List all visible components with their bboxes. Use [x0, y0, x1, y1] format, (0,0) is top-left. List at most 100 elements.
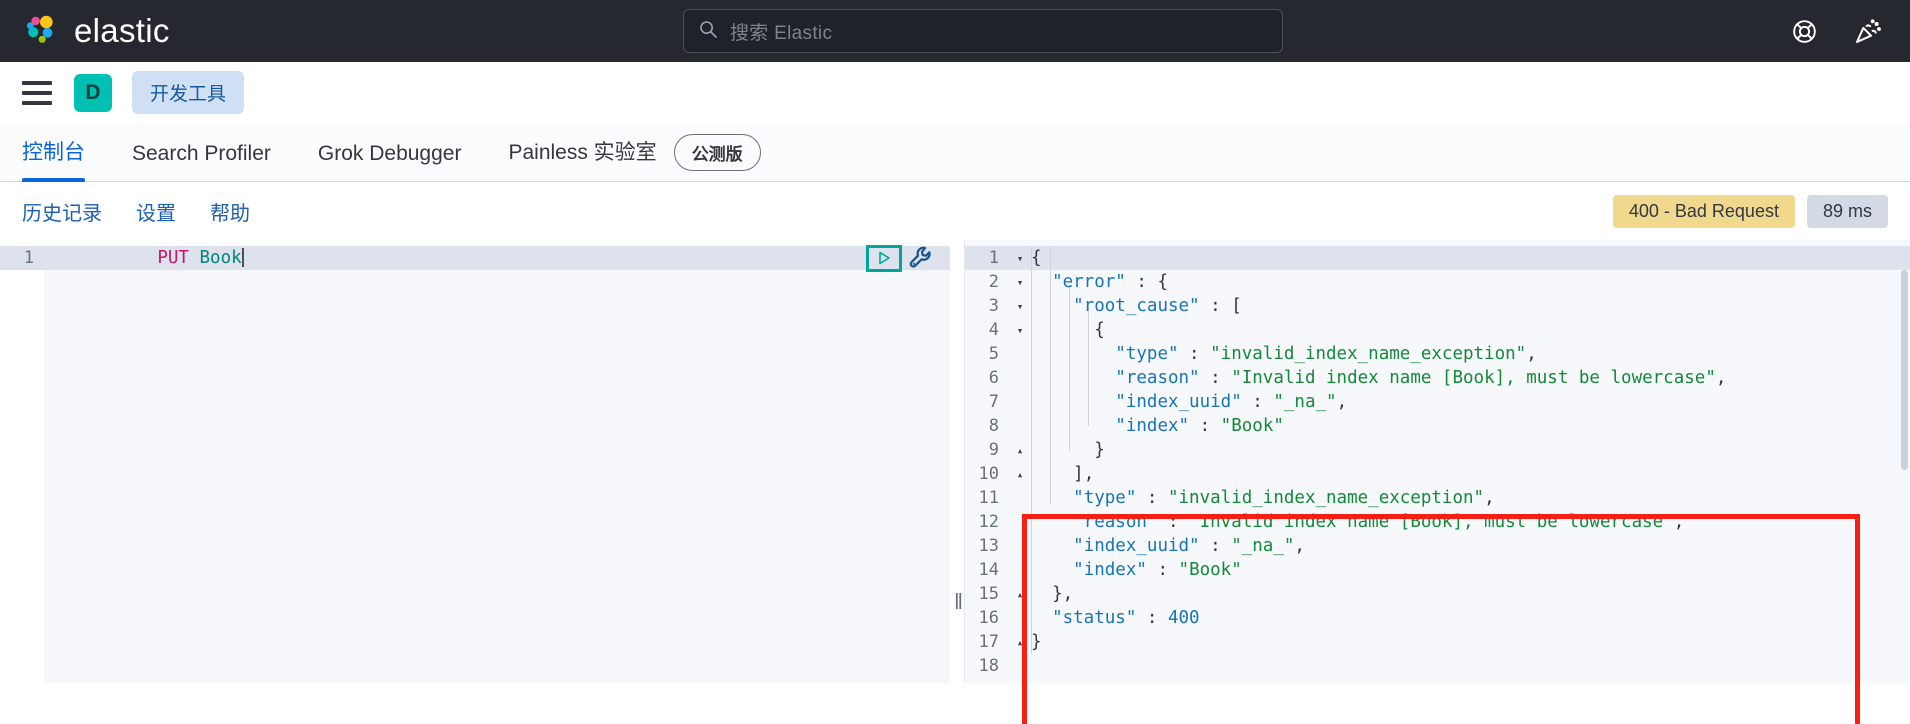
response-line: 14 "index" : "Book" [965, 558, 1910, 582]
response-line-number: 3 [988, 296, 999, 316]
console-toolbar: 历史记录 设置 帮助 400 - Bad Request 89 ms [0, 182, 1910, 240]
editor-background [44, 270, 950, 683]
response-line-text: { [1094, 320, 1105, 340]
tab-painless-lab[interactable]: Painless 实验室 [508, 136, 656, 181]
response-line-text: "index_uuid" : "_na_", [1073, 536, 1305, 556]
play-triangle-icon[interactable] [866, 244, 902, 272]
response-line-text: ], [1073, 464, 1095, 484]
fold-toggle-icon[interactable]: ▾ [1009, 300, 1031, 313]
response-line-text: "status" : 400 [1052, 608, 1200, 628]
editor-gutter-background [0, 240, 44, 683]
response-line-text: "reason" : "Invalid index name [Book], m… [1115, 368, 1727, 388]
response-line: 10 ▴ ], [965, 462, 1910, 486]
fold-toggle-icon[interactable]: ▴ [1009, 468, 1031, 481]
request-method: PUT [157, 248, 189, 268]
response-line-number: 16 [978, 608, 999, 628]
response-line-text: "error" : { [1052, 272, 1168, 292]
fold-toggle-icon[interactable]: ▾ [1009, 324, 1031, 337]
breadcrumb-dev-tools[interactable]: 开发工具 [132, 71, 245, 114]
response-line: 13 "index_uuid" : "_na_", [965, 534, 1910, 558]
hamburger-menu-icon[interactable] [22, 80, 52, 105]
response-line-text: "type" : "invalid_index_name_exception", [1073, 488, 1495, 508]
response-line-text: "index" : "Book" [1073, 560, 1242, 580]
response-line: 15 ▴ }, [965, 582, 1910, 606]
help-button[interactable]: 帮助 [210, 197, 250, 226]
fold-toggle-icon[interactable]: ▾ [1009, 276, 1031, 289]
editor-line-1[interactable]: 1 PUT Book [0, 246, 950, 270]
request-editor-pane[interactable]: 1 PUT Book [0, 240, 950, 683]
fold-toggle-icon[interactable]: ▾ [1009, 252, 1031, 265]
response-line-number: 18 [978, 656, 999, 676]
splitter-grip: ‖ [953, 588, 963, 614]
response-line: 16 "status" : 400 [965, 606, 1910, 630]
response-line-text: "root_cause" : [ [1073, 296, 1242, 316]
brand-name: elastic [74, 12, 170, 49]
settings-button[interactable]: 设置 [136, 197, 176, 226]
status-badge: 400 - Bad Request [1612, 194, 1795, 228]
fold-toggle-icon[interactable]: ▴ [1009, 444, 1031, 457]
help-lifebuoy-icon[interactable] [1791, 18, 1818, 45]
elastic-brand[interactable]: elastic [0, 12, 170, 50]
editor-line-number: 1 [23, 248, 34, 268]
response-line: 12 "reason" : "Invalid index name [Book]… [965, 510, 1910, 534]
response-line-number: 6 [988, 368, 999, 388]
header-actions [1791, 0, 1882, 62]
global-search-input[interactable]: 搜索 Elastic [683, 9, 1283, 53]
fold-toggle-icon[interactable]: ▴ [1009, 636, 1031, 649]
response-line-text: "index_uuid" : "_na_", [1115, 392, 1348, 412]
response-line-number: 13 [978, 536, 999, 556]
pane-splitter-handle[interactable]: ‖ [950, 240, 964, 683]
beta-badge[interactable]: 公测版 [673, 134, 761, 171]
space-avatar[interactable]: D [74, 73, 112, 112]
fold-toggle-icon[interactable]: ▴ [1009, 588, 1031, 601]
elastic-logo-icon [22, 12, 60, 50]
response-line-text: }, [1052, 584, 1074, 604]
response-line-number: 10 [978, 464, 999, 484]
request-path: Book [199, 248, 242, 268]
dev-tools-tabs: 控制台 Search Profiler Grok Debugger Painle… [0, 124, 1910, 182]
console-workspace: 1 PUT Book ‖ 1 ▾ {2 ▾ "error": {3 ▾ "… [0, 240, 1910, 724]
response-line: 2 ▾ "error" : { [965, 270, 1910, 294]
response-line: 8 "index" : "Book" [965, 414, 1910, 438]
response-line-text: "reason" : "Invalid index name [Book], m… [1073, 512, 1685, 532]
tab-search-profiler[interactable]: Search Profiler [132, 142, 271, 181]
text-cursor [241, 248, 244, 267]
wrench-tools-icon[interactable] [908, 244, 936, 272]
response-time-badge: 89 ms [1806, 194, 1888, 228]
response-line-text: "index" : "Book" [1115, 416, 1284, 436]
response-line-number: 12 [978, 512, 999, 532]
response-line-number: 17 [978, 632, 999, 652]
response-line: 1 ▾{ [965, 246, 1910, 270]
response-line-number: 11 [978, 488, 999, 508]
response-line-number: 15 [978, 584, 999, 604]
tab-grok-debugger[interactable]: Grok Debugger [318, 142, 462, 181]
editor-lines: 1 PUT Book [0, 240, 950, 270]
response-line-number: 2 [988, 272, 999, 292]
response-line: 7 "index_uuid" : "_na_", [965, 390, 1910, 414]
response-line-number: 1 [988, 248, 999, 268]
response-line-number: 7 [988, 392, 999, 412]
response-viewer-pane[interactable]: 1 ▾{2 ▾ "error" : {3 ▾ "root_cause" : [4 ▾ {… [964, 240, 1910, 683]
response-line: 6 "reason" : "Invalid index name [Book],… [965, 366, 1910, 390]
response-line-number: 4 [988, 320, 999, 340]
response-line-text: { [1031, 248, 1042, 268]
search-icon [698, 19, 718, 44]
response-line: 11 "type" : "invalid_index_name_exceptio… [965, 486, 1910, 510]
response-line-text: } [1031, 632, 1042, 652]
tab-console[interactable]: 控制台 [22, 136, 85, 182]
response-lines: 1 ▾{2 ▾ "error" : {3 ▾ "root_cause" : [4 ▾ {… [965, 240, 1910, 678]
response-status-group: 400 - Bad Request 89 ms [1612, 194, 1888, 228]
party-popper-news-icon[interactable] [1854, 17, 1882, 45]
response-line: 5 "type" : "invalid_index_name_exception… [965, 342, 1910, 366]
history-button[interactable]: 历史记录 [22, 197, 102, 226]
response-line-number: 5 [988, 344, 999, 364]
response-line-text: "type" : "invalid_index_name_exception", [1115, 344, 1537, 364]
response-line: 3 ▾ "root_cause" : [ [965, 294, 1910, 318]
response-scrollbar-thumb[interactable] [1901, 270, 1908, 470]
global-search-placeholder: 搜索 Elastic [730, 22, 833, 44]
response-line: 17 ▴} [965, 630, 1910, 654]
breadcrumb-bar: D 开发工具 [0, 62, 1910, 124]
response-line-number: 9 [988, 440, 999, 460]
response-line: 4 ▾ { [965, 318, 1910, 342]
response-line-number: 14 [978, 560, 999, 580]
